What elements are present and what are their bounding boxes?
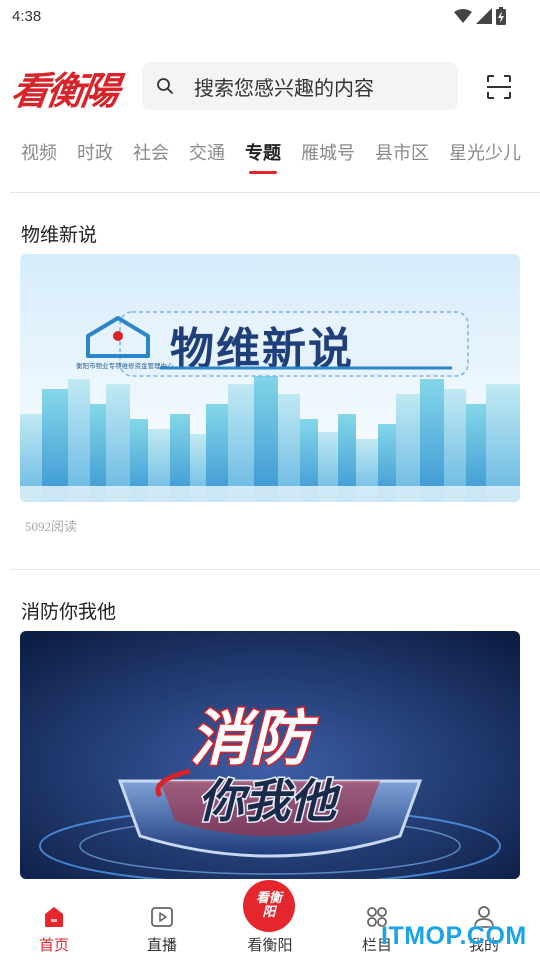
- battery-charging-icon: [496, 7, 506, 25]
- feed-divider: [10, 569, 540, 570]
- category-tabs: 视频 时政 社会 交通 专题 雁城号 县市区 星光少儿: [0, 138, 540, 178]
- property-banner-image: 衡阳市物业专项维修资金管理中心 物维新说: [20, 254, 520, 502]
- status-bar: 4:38: [0, 0, 540, 32]
- tab-video[interactable]: 视频: [21, 138, 57, 178]
- brand-logo-icon: 看衡阳: [255, 891, 282, 920]
- logo-text: 看衡陽: [8, 68, 120, 113]
- tab-yancheng-account[interactable]: 雁城号: [301, 138, 355, 178]
- tab-society[interactable]: 社会: [133, 138, 169, 178]
- scan-icon[interactable]: [486, 74, 512, 100]
- tab-traffic[interactable]: 交通: [189, 138, 225, 178]
- nav-home[interactable]: 首页: [14, 904, 94, 955]
- status-icons: [454, 7, 528, 25]
- signal-icon: [476, 8, 492, 24]
- wifi-icon: [454, 9, 472, 23]
- banner-caption: 衡阳市物业专项维修资金管理中心: [76, 361, 174, 370]
- feed-item-title[interactable]: 消防你我他: [21, 597, 116, 624]
- feed-item-image[interactable]: 衡阳市物业专项维修资金管理中心 物维新说: [20, 254, 520, 502]
- nav-label: 首页: [38, 936, 69, 954]
- nav-center-button[interactable]: 看衡阳: [243, 880, 295, 932]
- tab-politics[interactable]: 时政: [77, 138, 113, 178]
- search-bar[interactable]: 搜索您感兴趣的内容: [142, 62, 458, 110]
- banner-title-top: 消防: [190, 704, 319, 774]
- tab-special-topics[interactable]: 专题: [245, 138, 281, 178]
- banner-title-bottom: 你我他: [198, 774, 341, 828]
- fire-safety-banner-image: 消防 你我他: [20, 631, 520, 879]
- search-icon: [157, 78, 173, 94]
- nav-live[interactable]: 直播: [122, 904, 202, 955]
- app-logo[interactable]: 看衡陽: [8, 60, 128, 113]
- feed-item-title[interactable]: 物维新说: [21, 220, 97, 247]
- tab-counties[interactable]: 县市区: [375, 138, 429, 178]
- search-placeholder: 搜索您感兴趣的内容: [194, 75, 374, 100]
- status-time: 4:38: [12, 7, 42, 25]
- site-watermark: ITMOP.COM: [381, 922, 527, 950]
- header: 看衡陽 搜索您感兴趣的内容: [0, 56, 540, 116]
- feed-item-image[interactable]: 消防 你我他: [20, 631, 520, 879]
- read-count: 5092阅读: [25, 519, 78, 534]
- home-icon: [45, 907, 63, 927]
- tab-kids[interactable]: 星光少儿: [449, 138, 521, 178]
- play-icon: [151, 907, 173, 927]
- tabs-divider: [10, 192, 540, 193]
- nav-label: 看衡阳: [247, 936, 293, 954]
- nav-label: 直播: [146, 936, 177, 954]
